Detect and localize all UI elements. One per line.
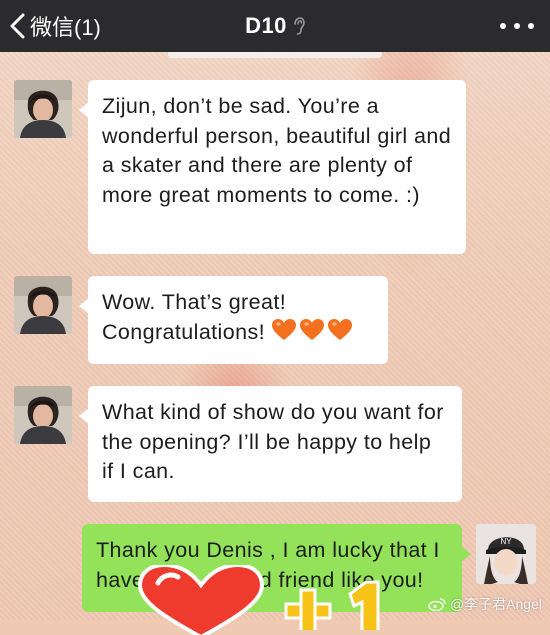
contact-avatar[interactable] (14, 80, 72, 138)
red-heart-sticker (137, 565, 265, 635)
message-text: Wow. That’s great! Congratulations! (102, 290, 287, 344)
orange-heart-icon (299, 318, 324, 340)
more-dots-icon (500, 23, 506, 29)
ear-icon (294, 17, 305, 35)
contact-avatar[interactable] (14, 386, 72, 444)
title-area: D10 (0, 8, 550, 44)
weibo-watermark: @李子君Angel (428, 594, 542, 614)
chat-title[interactable]: D10 (245, 13, 287, 39)
weibo-icon (428, 598, 446, 611)
top-navigation-bar: 微信(1) D10 (0, 0, 550, 52)
user-avatar-image: NY (476, 524, 536, 584)
plus-one-sticker (284, 580, 380, 630)
orange-heart-icon (271, 318, 296, 340)
contact-avatar-image (14, 80, 72, 138)
contact-avatar-image (14, 386, 72, 444)
message-text: Zijun, don’t be sad. You’re a wonderful … (102, 94, 452, 207)
more-options-button[interactable] (500, 16, 534, 36)
orange-heart-icon (327, 318, 352, 340)
message-bubble-incoming[interactable]: Wow. That’s great! Congratulations! (79, 276, 388, 364)
contact-avatar[interactable] (14, 276, 72, 334)
message-bubble-incoming[interactable]: Zijun, don’t be sad. You’re a wonderful … (79, 80, 466, 254)
orange-heart-emojis (271, 318, 353, 342)
watermark-text: @李子君Angel (449, 596, 542, 612)
message-bubble-incoming[interactable]: What kind of show do you want for the op… (79, 386, 462, 502)
user-avatar[interactable]: NY (476, 524, 536, 584)
message-text: What kind of show do you want for the op… (102, 400, 444, 483)
svg-text:NY: NY (500, 537, 512, 546)
contact-avatar-image (14, 276, 72, 334)
